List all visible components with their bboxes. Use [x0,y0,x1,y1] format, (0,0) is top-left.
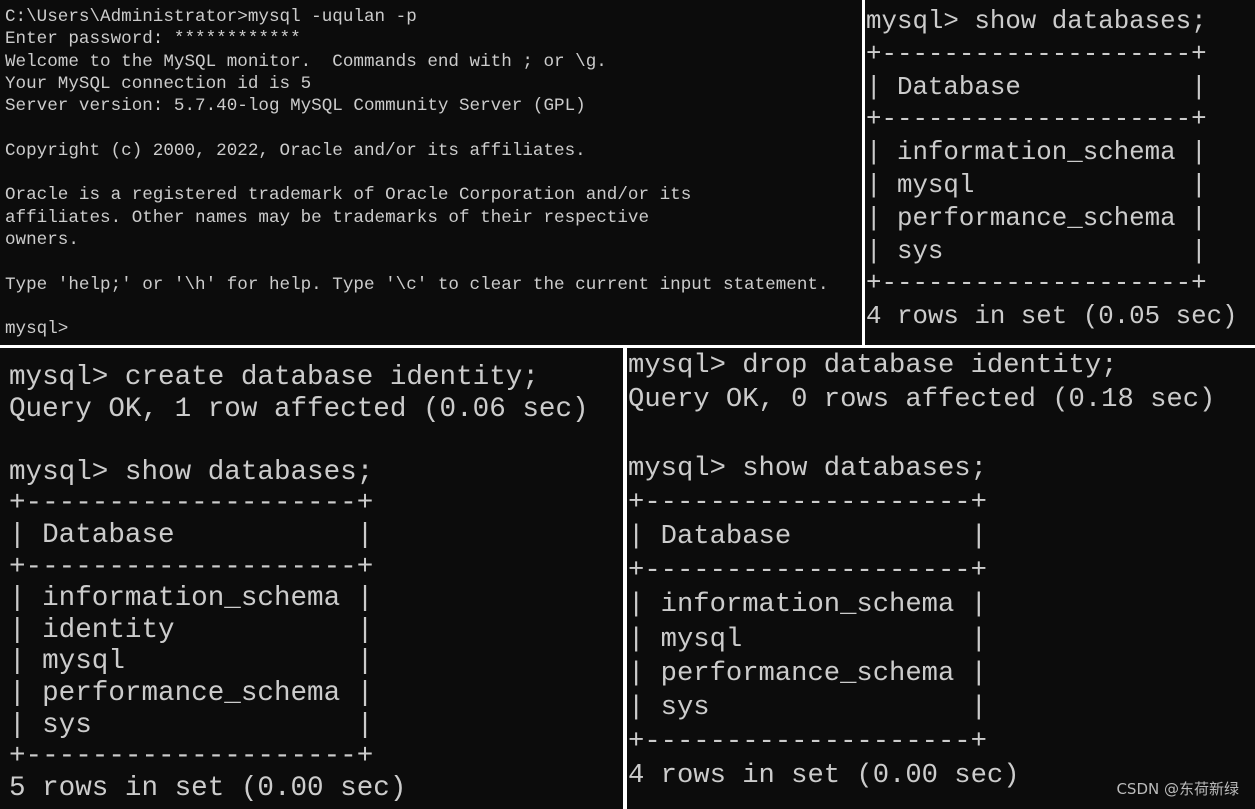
terminal-line: | mysql | [628,623,987,655]
terminal-login-panel: C:\Users\Administrator>mysql -uqulan -p E… [0,0,862,345]
terminal-line: +--------------------+ [628,555,987,587]
terminal-line: C:\Users\Administrator>mysql -uqulan -p [5,7,417,27]
terminal-line: 5 rows in set (0.00 sec) [9,772,407,804]
terminal-line: mysql> drop database identity; [628,350,1118,381]
terminal-line: | mysql | [9,646,374,678]
terminal-line: | information_schema | [9,583,374,615]
terminal-line: Copyright (c) 2000, 2022, Oracle and/or … [5,140,586,161]
terminal-line: mysql> show databases; [9,456,374,488]
terminal-line: +--------------------+ [628,486,987,518]
terminal-line: | information_schema | [866,138,1207,168]
terminal-line: +--------------------+ [9,741,374,773]
terminal-line: +--------------------+ [9,551,374,583]
terminal-line: | sys | [9,709,374,741]
terminal-output: mysql> show databases; +-----------------… [866,6,1238,334]
terminal-line: mysql> [5,319,69,340]
terminal-line: +--------------------+ [866,269,1207,299]
terminal-line: Your MySQL connection id is 5 [5,73,312,94]
terminal-line: mysql> show databases; [866,7,1207,36]
terminal-line: +--------------------+ [866,39,1207,69]
terminal-show-databases-panel: mysql> show databases; +-----------------… [865,0,1255,345]
terminal-line: | Database | [9,519,374,551]
terminal-line: | performance_schema | [628,657,987,689]
terminal-line: Enter password: ************ [5,29,301,50]
terminal-line: Oracle is a registered trademark of Orac… [5,185,692,206]
terminal-line: | mysql | [866,170,1207,200]
terminal-line: +--------------------+ [628,726,987,758]
terminal-line: | performance_schema | [9,677,374,709]
watermark: CSDN @东荷新绿 [1116,780,1239,798]
terminal-line: | sys | [628,692,987,724]
terminal-output: mysql> drop database identity; Query OK, … [628,349,1215,794]
terminal-line: mysql> show databases; [628,452,987,484]
terminal-line: | Database | [866,72,1207,102]
terminal-line: | information_schema | [628,589,987,621]
terminal-line: +--------------------+ [866,105,1207,135]
terminal-line: | performance_schema | [866,203,1207,233]
terminal-line: owners. [5,229,79,250]
terminal-line: Query OK, 0 rows affected (0.18 sec) [628,384,1216,416]
terminal-line: 4 rows in set (0.05 sec) [866,302,1238,332]
terminal-line: mysql> create database identity; [9,362,539,393]
terminal-line: +--------------------+ [9,488,374,520]
terminal-line: Type 'help;' or '\h' for help. Type '\c'… [5,274,829,295]
terminal-line: | Database | [628,521,987,553]
terminal-output: C:\Users\Administrator>mysql -uqulan -p E… [5,6,829,340]
terminal-output: mysql> create database identity; Query OK… [9,362,589,804]
terminal-line: affiliates. Other names may be trademark… [5,207,650,228]
terminal-drop-database-panel: mysql> drop database identity; Query OK, … [627,348,1255,809]
terminal-line: | sys | [866,236,1207,266]
terminal-line: Query OK, 1 row affected (0.06 sec) [9,393,589,425]
terminal-line: Server version: 5.7.40-log MySQL Communi… [5,96,586,117]
terminal-line: Welcome to the MySQL monitor. Commands e… [5,51,607,72]
terminal-create-database-panel: mysql> create database identity; Query OK… [0,348,623,809]
terminal-line: | identity | [9,614,374,646]
